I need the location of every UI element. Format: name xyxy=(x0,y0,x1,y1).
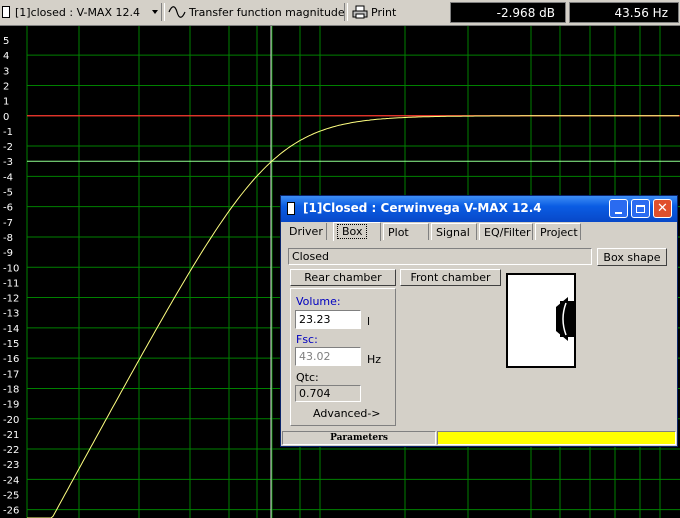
minimize-button[interactable] xyxy=(609,199,628,218)
y-tick-label: -17 xyxy=(3,369,19,380)
y-tick-label: -13 xyxy=(3,309,19,320)
rear-chamber-button[interactable]: Rear chamber xyxy=(290,269,396,286)
project-select[interactable]: [1]closed : V-MAX 12.4 xyxy=(2,2,158,22)
y-tick-label: 0 xyxy=(3,112,9,123)
graph-select[interactable]: Transfer function magnitude xyxy=(168,2,363,22)
y-tick-label: -4 xyxy=(3,172,13,183)
status-progress xyxy=(437,431,676,445)
rear-chamber-panel: Volume: 23.23 l Fsc: 43.02 Hz Qtc: 0.704… xyxy=(290,288,396,426)
tab-project[interactable]: Project xyxy=(535,223,581,240)
toolbar: [1]closed : V-MAX 12.4 Transfer function… xyxy=(0,0,680,26)
window-icon xyxy=(287,202,295,215)
y-tick-label: -14 xyxy=(3,324,19,335)
y-tick-label: 4 xyxy=(3,51,9,62)
y-tick-label: -18 xyxy=(3,384,19,395)
y-tick-label: -11 xyxy=(3,278,19,289)
tab-box-label: Box xyxy=(336,224,368,239)
y-tick-label: -15 xyxy=(3,339,19,350)
y-tick-label: -21 xyxy=(3,430,19,441)
qtc-label: Qtc: xyxy=(296,371,319,384)
box-type-field[interactable]: Closed xyxy=(288,248,592,265)
hz-readout: 43.56 Hz xyxy=(569,2,679,23)
volume-input[interactable]: 23.23 xyxy=(295,310,361,329)
y-tick-label: -25 xyxy=(3,491,19,502)
print-label: Print xyxy=(371,5,397,19)
front-chamber-button[interactable]: Front chamber xyxy=(400,269,501,286)
y-tick-label: -3 xyxy=(3,157,13,168)
y-tick-label: -23 xyxy=(3,460,19,471)
speaker-icon xyxy=(556,297,574,341)
y-tick-label: -5 xyxy=(3,188,13,199)
maximize-button[interactable] xyxy=(631,199,650,218)
y-tick-label: 1 xyxy=(3,97,9,108)
fsc-label: Fsc: xyxy=(296,333,318,346)
y-tick-label: 5 xyxy=(3,36,9,47)
close-button[interactable]: ✕ xyxy=(653,199,672,218)
dialog-title: [1]Closed : Cerwinvega V-MAX 12.4 xyxy=(303,201,542,215)
y-tick-label: 2 xyxy=(3,81,9,92)
tab-driver[interactable]: Driver xyxy=(285,223,327,240)
y-tick-label: -9 xyxy=(3,248,13,259)
box-shape-button[interactable]: Box shape xyxy=(597,248,667,266)
qtc-value: 0.704 xyxy=(295,385,361,402)
y-tick-label: -20 xyxy=(3,415,19,426)
volume-label: Volume: xyxy=(296,295,341,308)
db-readout: -2.968 dB xyxy=(450,2,566,23)
advanced-button[interactable]: Advanced-> xyxy=(313,407,381,420)
y-tick-label: -22 xyxy=(3,445,19,456)
y-tick-label: 3 xyxy=(3,66,9,77)
tab-eq-filter[interactable]: EQ/Filter xyxy=(479,223,533,240)
minimize-icon xyxy=(615,211,622,214)
sine-wave-icon xyxy=(168,6,186,18)
y-tick-label: -1 xyxy=(3,127,13,138)
printer-icon xyxy=(352,5,368,19)
fsc-unit: Hz xyxy=(367,353,382,366)
volume-unit: l xyxy=(367,315,371,328)
chevron-down-icon[interactable] xyxy=(152,10,158,14)
box-dialog: [1]Closed : Cerwinvega V-MAX 12.4 ✕ Driv… xyxy=(280,195,678,447)
y-tick-label: -7 xyxy=(3,218,13,229)
box-preview xyxy=(506,273,576,368)
close-icon: ✕ xyxy=(657,201,668,216)
y-tick-label: -10 xyxy=(3,263,19,274)
document-icon xyxy=(2,6,10,18)
y-tick-label: -12 xyxy=(3,294,19,305)
y-tick-label: -6 xyxy=(3,203,13,214)
y-tick-label: -19 xyxy=(3,400,19,411)
y-tick-label: -2 xyxy=(3,142,13,153)
tab-box[interactable]: Box xyxy=(333,222,381,241)
y-tick-label: -24 xyxy=(3,475,19,486)
maximize-icon xyxy=(636,204,645,213)
y-tick-label: -26 xyxy=(3,506,19,517)
y-tick-label: -8 xyxy=(3,233,13,244)
tab-signal[interactable]: Signal xyxy=(431,223,477,240)
status-label: Parameters xyxy=(282,431,436,445)
graph-select-value: Transfer function magnitude xyxy=(189,5,345,19)
dialog-title-bar[interactable]: [1]Closed : Cerwinvega V-MAX 12.4 ✕ xyxy=(281,196,677,222)
fsc-input[interactable]: 43.02 xyxy=(295,347,361,366)
tab-plot[interactable]: Plot xyxy=(383,223,429,240)
print-button[interactable]: Print xyxy=(352,2,396,22)
project-select-value: [1]closed : V-MAX 12.4 xyxy=(15,5,140,19)
y-tick-label: -16 xyxy=(3,354,19,365)
